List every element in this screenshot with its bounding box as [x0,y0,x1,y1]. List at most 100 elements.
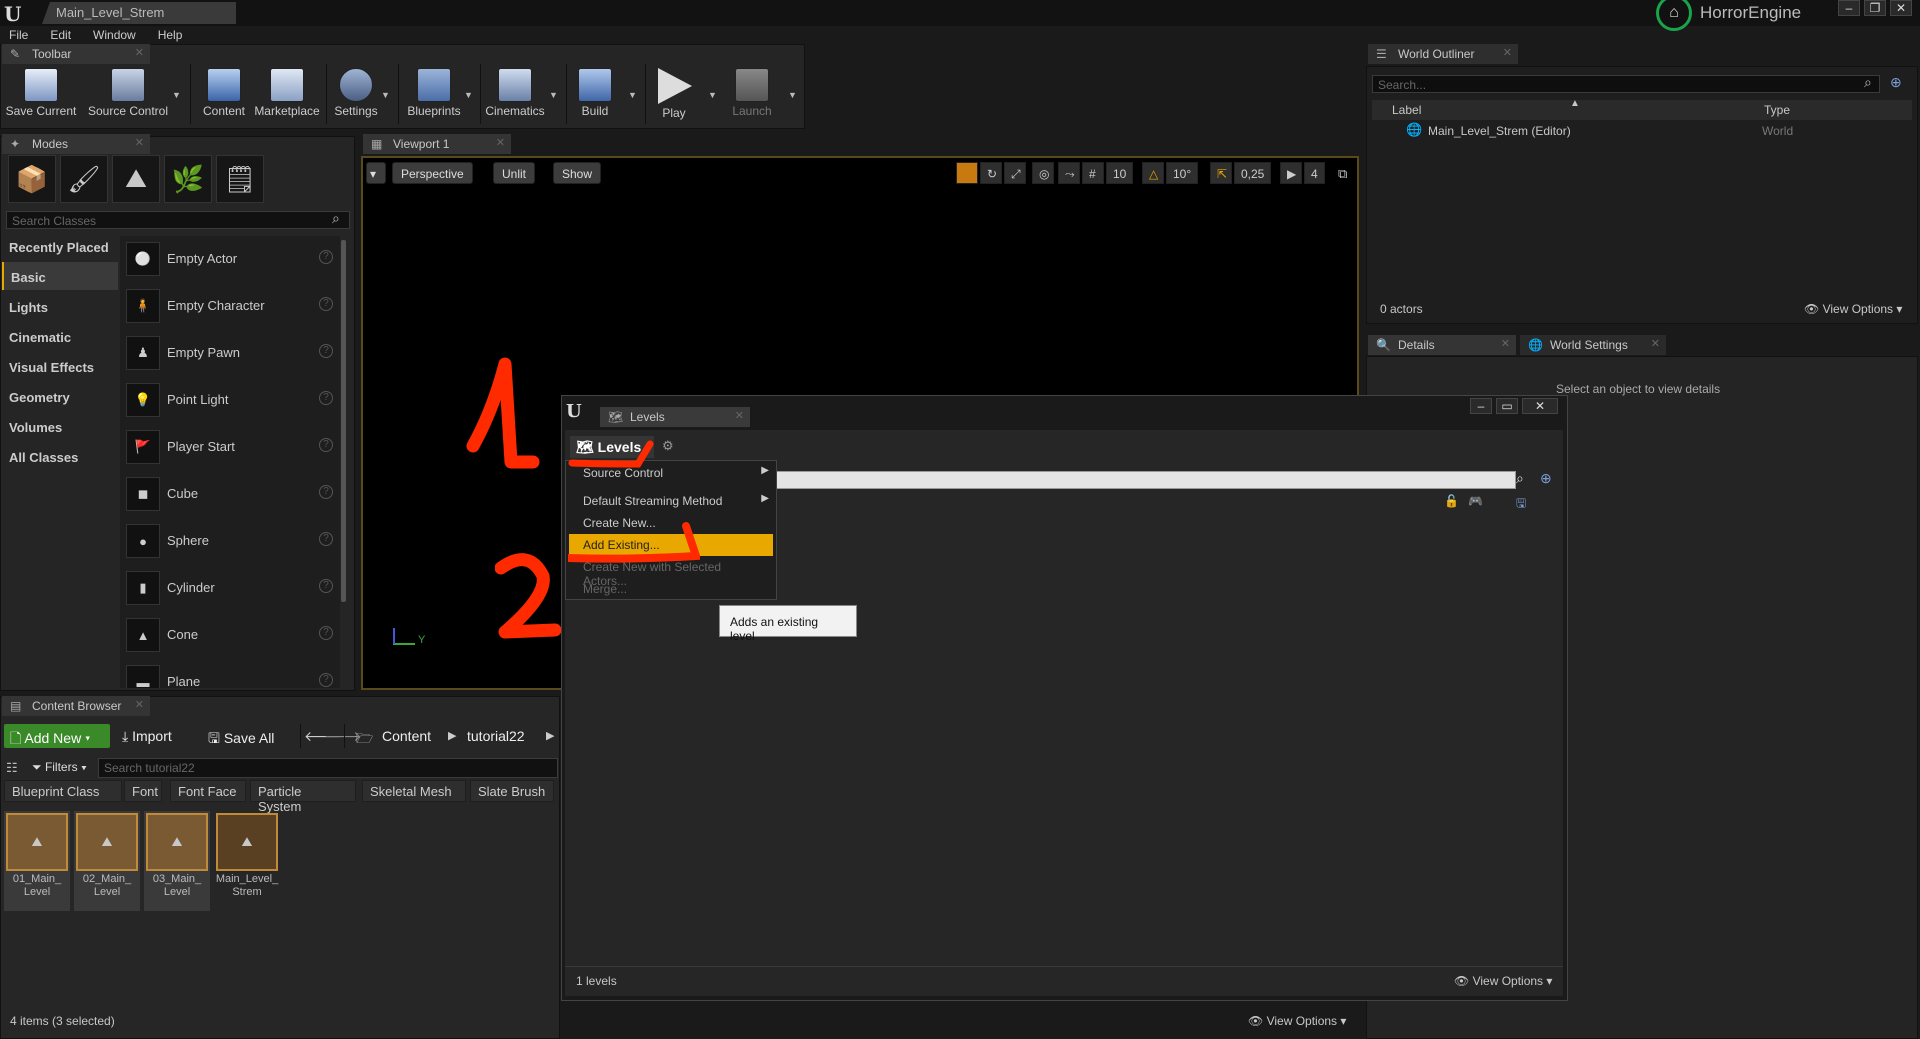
camera-speed-icon[interactable]: ▶ [1280,162,1302,184]
pin-icon[interactable]: ⊕ [1540,470,1552,487]
pin-icon[interactable]: ⊕ [1890,74,1902,91]
filter-chip[interactable]: Font [124,780,162,802]
list-item[interactable]: 🚩 Player Start? [124,424,339,469]
chevron-down-icon[interactable]: ▼ [788,90,797,100]
document-tab[interactable]: Main_Level_Strem [42,2,236,24]
maximize-viewport-icon[interactable]: ⧉ [1338,166,1347,182]
levels-search-input[interactable] [776,471,1516,489]
build-button[interactable]: Build [570,64,620,124]
maximize-button[interactable]: ▭ [1496,398,1518,414]
import-button[interactable]: ⤓ Import [122,728,172,745]
close-button[interactable]: ✕ [1522,398,1558,414]
close-icon[interactable]: ✕ [496,136,505,149]
camera-speed-value[interactable]: 4 [1304,162,1325,184]
lock-icon[interactable]: 🔓 [1444,494,1459,508]
scrollbar[interactable] [341,240,346,602]
maximize-button[interactable]: ❐ [1864,0,1886,16]
list-item[interactable]: ◼ Cube? [124,471,339,516]
tab-world-outliner[interactable]: ☰ World Outliner ✕ [1368,44,1518,64]
menu-item-merge[interactable]: Merge... [569,578,773,600]
blueprints-button[interactable]: Blueprints [402,64,466,124]
list-item[interactable]: ▮ Cylinder? [124,565,339,610]
tab-content-browser[interactable]: ▤ Content Browser ✕ [2,696,150,716]
save-all-button[interactable]: 🖫 Save All [208,728,274,752]
close-icon[interactable]: ✕ [135,698,144,711]
foliage-mode-icon[interactable]: 🌿 [164,155,212,203]
category-all-classes[interactable]: All Classes [2,442,118,470]
content-search-input[interactable]: Search tutorial22 [98,758,558,778]
play-button[interactable]: Play [650,64,698,124]
cinematics-button[interactable]: Cinematics [482,64,548,124]
menu-help[interactable]: Help [158,28,183,42]
list-item[interactable]: ▬ Plane? [124,659,339,688]
asset-tile[interactable]: ⛰ 02_Main_ Level [74,811,140,911]
list-item[interactable]: ▲ Cone? [124,612,339,657]
list-item[interactable]: 💡 Point Light? [124,377,339,422]
tab-toolbar[interactable]: ✎ Toolbar ✕ [2,44,150,64]
chevron-down-icon[interactable]: ▼ [172,90,181,100]
chevron-down-icon[interactable]: ▼ [549,90,558,100]
launch-button[interactable]: Launch [724,64,780,124]
menu-file[interactable]: File [9,28,28,42]
category-lights[interactable]: Lights [2,292,118,320]
list-item[interactable]: ♟ Empty Pawn? [124,330,339,375]
list-item[interactable]: ● Sphere? [124,518,339,563]
chevron-down-icon[interactable]: ▼ [628,90,637,100]
close-icon[interactable]: ✕ [135,136,144,149]
content-button[interactable]: Content [194,64,254,124]
category-visual-effects[interactable]: Visual Effects [2,352,118,380]
viewport-options-button[interactable]: ▾ [366,162,386,184]
close-icon[interactable]: ✕ [1501,337,1510,350]
minimize-button[interactable]: – [1838,0,1860,16]
filter-chip[interactable]: Slate Brush [470,780,554,802]
menu-edit[interactable]: Edit [50,28,71,42]
chevron-down-icon[interactable]: ▼ [464,90,473,100]
list-item[interactable]: 🧍 Empty Character? [124,283,339,328]
save-icon[interactable]: 🖫 [1516,494,1526,515]
scale-snap-icon[interactable]: ⇱ [1210,162,1232,184]
show-button[interactable]: Show [553,162,602,184]
landscape-mode-icon[interactable]: ⛰ [112,155,160,203]
rotation-snap-icon[interactable]: △ [1142,162,1164,184]
geometry-mode-icon[interactable]: 🗒 [216,155,264,203]
category-basic[interactable]: Basic [2,262,118,290]
settings-button[interactable]: Settings [330,64,382,124]
close-button[interactable]: ✕ [1890,0,1912,16]
tab-levels[interactable]: 🗺 Levels ✕ [600,407,750,427]
tab-modes[interactable]: ✦ Modes ✕ [2,134,150,154]
save-current-button[interactable]: Save Current [4,64,78,124]
breadcrumb-tutorial22[interactable]: tutorial22 [467,728,525,744]
paint-mode-icon[interactable]: 🖌 [60,155,108,203]
filter-chip[interactable]: Particle System [250,780,356,814]
chevron-down-icon[interactable]: ▼ [381,90,390,100]
unlit-button[interactable]: Unlit [493,162,536,184]
filter-chip[interactable]: Font Face [170,780,246,802]
translate-icon[interactable] [956,162,978,184]
close-icon[interactable]: ✕ [735,409,744,422]
minimize-button[interactable]: – [1470,398,1492,414]
menu-window[interactable]: Window [93,28,136,42]
tab-details[interactable]: 🔍 Details ✕ [1368,335,1516,355]
place-mode-icon[interactable]: 📦 [8,155,56,203]
view-options-button[interactable]: 👁 View Options ▾ [1804,302,1902,316]
world-local-icon[interactable]: ◎ [1032,162,1054,184]
rotate-icon[interactable]: ↻ [980,162,1002,184]
category-geometry[interactable]: Geometry [2,382,118,410]
tab-viewport[interactable]: ▦ Viewport 1 ✕ [363,134,511,154]
chevron-down-icon[interactable]: ▼ [708,90,717,100]
surface-snap-icon[interactable]: ⤳ [1058,162,1080,184]
content-view-options-button[interactable]: 👁 View Options ▾ [1248,1014,1346,1028]
tab-world-settings[interactable]: 🌐 World Settings ✕ [1520,335,1666,355]
grid-snap-value[interactable]: 10 [1106,162,1134,184]
filters-button[interactable]: ⏷ Filters ▾ [32,760,87,775]
search-classes-input[interactable]: Search Classes [6,211,350,229]
scale-snap-value[interactable]: 0,25 [1234,162,1272,184]
list-item[interactable]: ⚪ Empty Actor? [124,236,339,281]
sources-toggle-icon[interactable]: ☷ [6,760,18,776]
category-cinematic[interactable]: Cinematic [2,322,118,350]
close-icon[interactable]: ✕ [1651,337,1660,350]
column-header-label[interactable]: Label [1392,103,1421,117]
source-control-button[interactable]: Source Control [86,64,170,124]
scale-icon[interactable]: ⤢ [1004,162,1026,184]
filter-chip[interactable]: Skeletal Mesh [362,780,466,802]
